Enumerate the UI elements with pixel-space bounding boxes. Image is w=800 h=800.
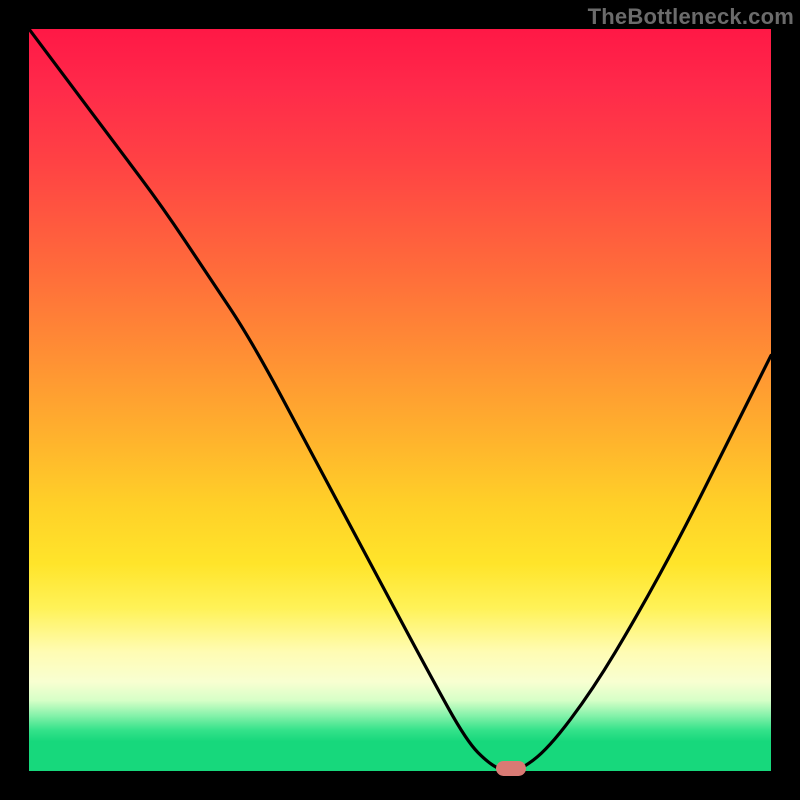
watermark-text: TheBottleneck.com [588, 4, 794, 30]
plot-area [29, 29, 771, 771]
optimum-marker [496, 761, 526, 776]
chart-frame: TheBottleneck.com [0, 0, 800, 800]
